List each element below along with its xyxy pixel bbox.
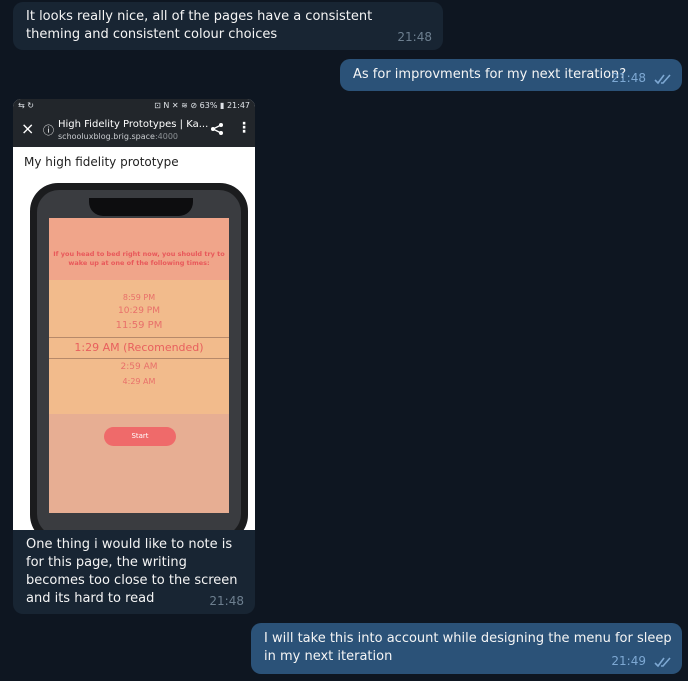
app-header: If you head to bed right now, you should… [49, 218, 229, 280]
share-icon[interactable] [210, 122, 224, 136]
divider [49, 358, 229, 359]
message-text: It looks really nice, all of the pages h… [26, 9, 373, 42]
status-left: ⇆ ↻ [18, 101, 34, 110]
selected-time[interactable]: 1:29 AM (Recomended) [49, 341, 229, 354]
message-bubble-incoming[interactable]: It looks really nice, all of the pages h… [13, 2, 443, 50]
message-bubble-outgoing[interactable]: I will take this into account while desi… [251, 623, 682, 674]
app-screen: If you head to bed right now, you should… [49, 218, 229, 513]
message-text: As for improvments for my next iteration… [353, 67, 627, 82]
close-icon[interactable]: × [21, 119, 34, 138]
page-heading: My high fidelity prototype [24, 155, 179, 169]
time-option[interactable]: 4:29 AM [49, 377, 229, 386]
divider [49, 337, 229, 338]
message-time: 21:49 [611, 654, 646, 668]
browser-url: schooluxblog.brig.space:4000 [58, 132, 178, 141]
menu-icon[interactable]: ⋮ [237, 120, 251, 136]
phone-notch [89, 198, 193, 216]
double-check-icon [654, 74, 671, 85]
start-button[interactable]: Start [104, 427, 176, 446]
app-footer: Start [49, 414, 229, 513]
double-check-icon [654, 657, 671, 668]
status-right: ⊡ N ✕ ≋ ⊘ 63% ▮ 21:47 [154, 101, 250, 110]
phone-screen: If you head to bed right now, you should… [37, 190, 241, 530]
browser-toolbar: × ⓘ High Fidelity Prototypes | Ka... sch… [13, 113, 255, 147]
message-time: 21:48 [209, 594, 244, 608]
message-bubble-incoming[interactable]: One thing i would like to note is for th… [13, 530, 255, 614]
times-panel: 8:59 PM 10:29 PM 11:59 PM 1:29 AM (Recom… [49, 280, 229, 414]
phone-mockup: If you head to bed right now, you should… [30, 183, 248, 530]
info-icon[interactable]: ⓘ [43, 122, 54, 138]
browser-title: High Fidelity Prototypes | Ka... [58, 119, 209, 130]
message-time: 21:48 [611, 71, 646, 85]
webpage-content: My high fidelity prototype If you head t… [13, 147, 255, 530]
message-time: 21:48 [397, 30, 432, 44]
time-option[interactable]: 11:59 PM [49, 320, 229, 331]
url-port: :4000 [154, 132, 179, 141]
status-bar: ⇆ ↻ ⊡ N ✕ ≋ ⊘ 63% ▮ 21:47 [13, 99, 255, 113]
url-host: schooluxblog.brig.space [58, 132, 155, 141]
time-option[interactable]: 8:59 PM [49, 293, 229, 302]
time-option[interactable]: 10:29 PM [49, 306, 229, 316]
message-bubble-outgoing[interactable]: As for improvments for my next iteration… [340, 59, 682, 91]
app-header-text: If you head to bed right now, you should… [53, 250, 225, 267]
time-option[interactable]: 2:59 AM [49, 362, 229, 372]
screenshot-image[interactable]: ⇆ ↻ ⊡ N ✕ ≋ ⊘ 63% ▮ 21:47 × ⓘ High Fidel… [13, 99, 255, 530]
